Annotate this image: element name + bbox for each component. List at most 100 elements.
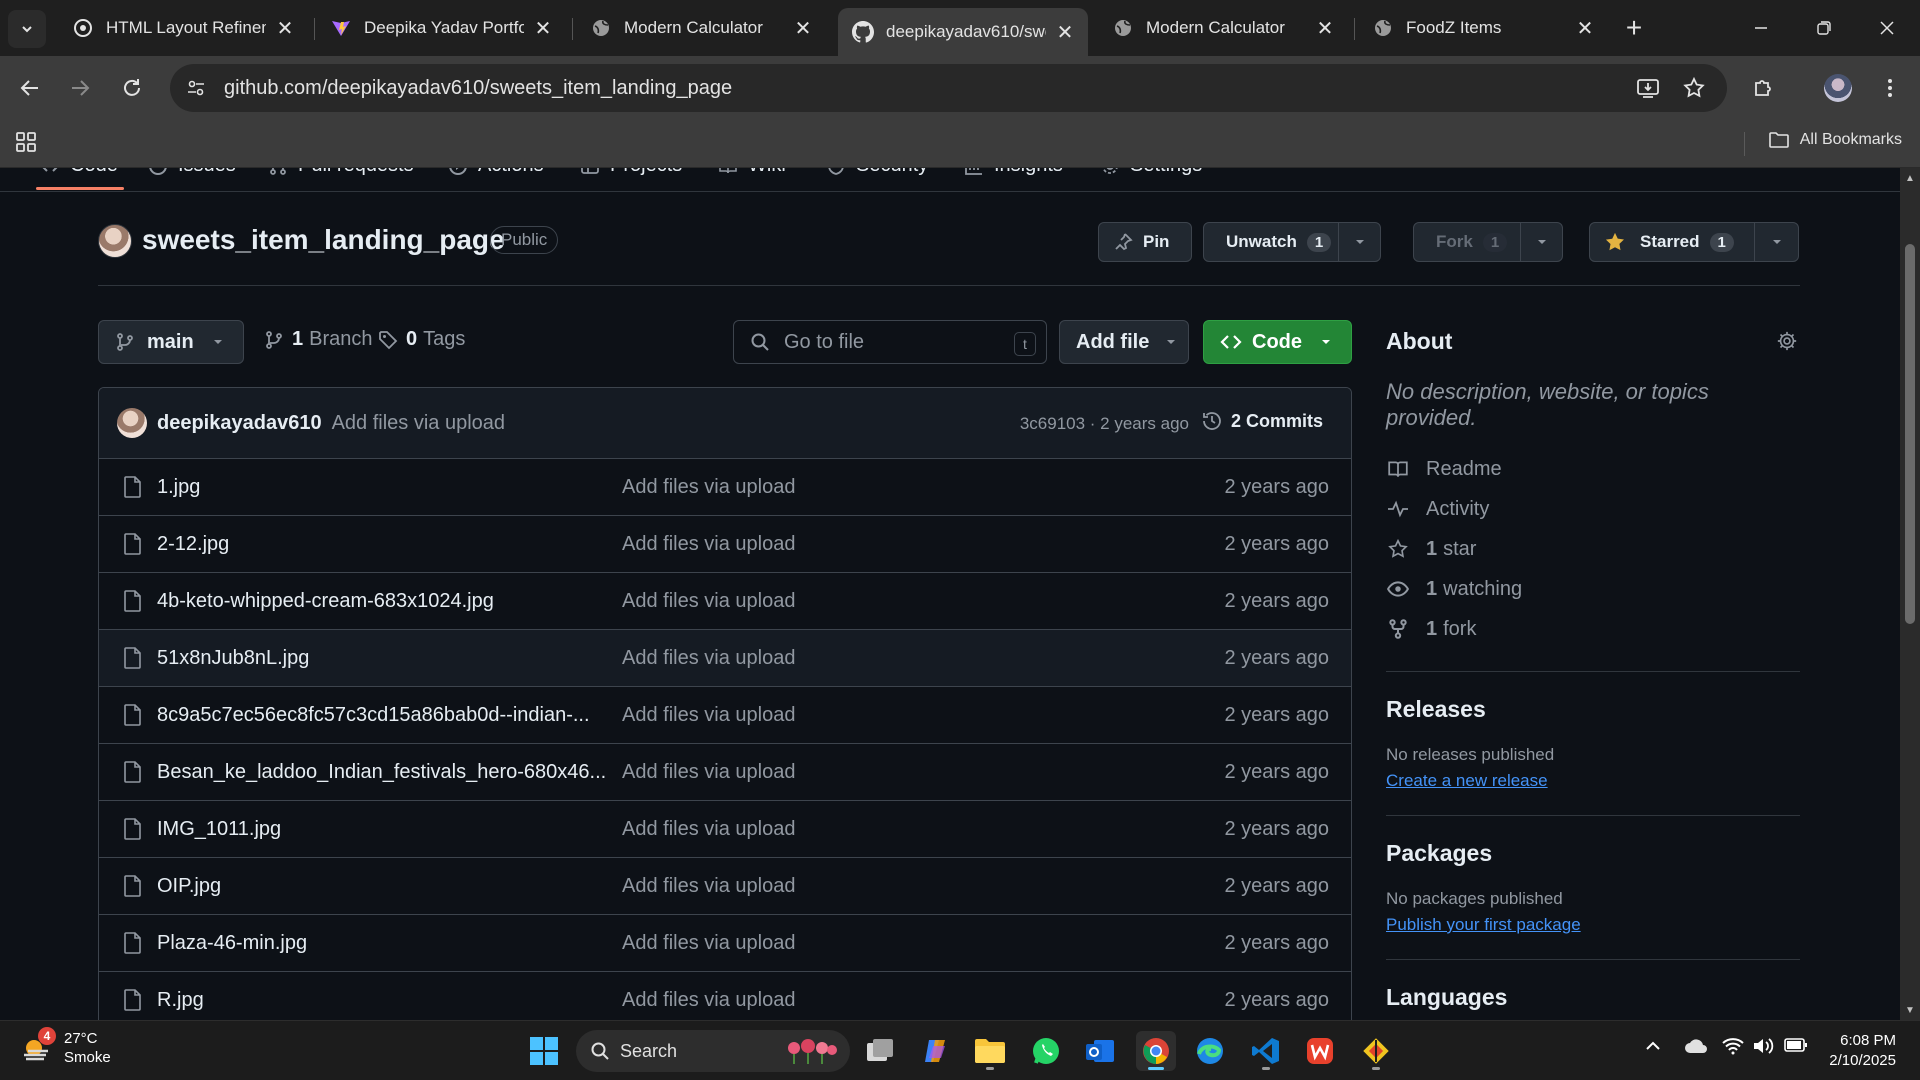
publish-package-link[interactable]: Publish your first package [1386,915,1800,935]
unwatch-button[interactable]: Unwatch 1 [1203,222,1381,262]
file-commit-message[interactable]: Add files via upload [622,476,795,499]
git-app[interactable] [1356,1031,1396,1071]
create-release-link[interactable]: Create a new release [1386,771,1800,791]
file-name[interactable]: 2-12.jpg [157,533,229,556]
file-commit-message[interactable]: Add files via upload [622,989,795,1012]
tab-search-button[interactable] [8,10,46,48]
wifi-tray[interactable] [1722,1037,1744,1055]
file-name[interactable]: OIP.jpg [157,875,221,898]
file-name[interactable]: Plaza-46-min.jpg [157,932,307,955]
menu-button[interactable] [1872,70,1908,106]
tab-html-layout[interactable]: HTML Layout Refinemen ✕ [58,8,308,48]
releases-title[interactable]: Releases [1386,696,1800,723]
branch-selector[interactable]: main [98,320,244,364]
scrollbar-thumb[interactable] [1905,244,1915,624]
file-row[interactable]: 4b-keto-whipped-cream-683x1024.jpg Add fi… [99,573,1351,630]
file-row[interactable]: 2-12.jpg Add files via upload 2 years ago [99,516,1351,573]
file-commit-message[interactable]: Add files via upload [622,818,795,841]
whatsapp-app[interactable] [1026,1031,1066,1071]
bookmark-star-button[interactable] [1676,70,1712,106]
file-row[interactable]: 1.jpg Add files via upload 2 years ago [99,459,1351,516]
file-row[interactable]: 8c9a5c7ec56ec8fc57c3cd15a86bab0d--indian… [99,687,1351,744]
code-button[interactable]: Code [1203,320,1352,364]
file-row[interactable]: IMG_1011.jpg Add files via upload 2 years … [99,801,1351,858]
commit-sha-time[interactable]: 3c69103 · 2 years ago [1020,414,1189,434]
all-bookmarks-button[interactable]: All Bookmarks [1768,130,1902,150]
chrome-app[interactable] [1136,1031,1176,1071]
packages-title[interactable]: Packages [1386,840,1800,867]
wps-office-app[interactable] [1300,1031,1340,1071]
file-commit-message[interactable]: Add files via upload [622,704,795,727]
branches-link[interactable]: 1 Branch [264,328,373,351]
reload-button[interactable] [114,70,150,106]
forks-link[interactable]: 1 fork [1386,609,1800,649]
file-name[interactable]: IMG_1011.jpg [157,818,281,841]
fork-dropdown[interactable] [1520,223,1562,261]
file-row[interactable]: OIP.jpg Add files via upload 2 years ago [99,858,1351,915]
repo-nav-insights[interactable]: Insights [964,168,1063,177]
readme-link[interactable]: Readme [1386,449,1800,489]
file-commit-message[interactable]: Add files via upload [622,590,795,613]
commit-message[interactable]: Add files via upload [332,412,505,435]
new-tab-button[interactable]: + [1618,12,1650,44]
commit-author-avatar[interactable] [117,408,147,438]
profile-avatar[interactable] [1820,70,1856,106]
vscode-app[interactable] [1246,1031,1286,1071]
starred-button[interactable]: Starred 1 [1589,222,1799,262]
close-icon[interactable]: ✕ [1314,17,1336,40]
file-commit-message[interactable]: Add files via upload [622,875,795,898]
repo-nav-wiki[interactable]: Wiki [718,168,786,177]
star-dropdown[interactable] [1754,223,1798,261]
tab-portfolio[interactable]: Deepika Yadav Portfolio ✕ [316,8,566,48]
repo-title[interactable]: sweets_item_landing_page [142,224,505,256]
repo-nav-pull-requests[interactable]: Pull requests [268,168,414,177]
close-icon[interactable]: ✕ [1574,17,1596,40]
repo-nav-settings[interactable]: Settings [1100,168,1202,177]
commits-link[interactable]: 2 Commits [1201,410,1323,432]
gear-icon[interactable] [1776,330,1798,352]
repo-nav-actions[interactable]: Actions [448,168,544,177]
battery-tray[interactable] [1784,1037,1808,1053]
go-to-file-input[interactable]: Go to file t [733,320,1047,364]
repo-nav-code[interactable]: Code [40,168,118,177]
commit-author[interactable]: deepikayadav610 [157,412,322,435]
minimize-button[interactable] [1730,0,1792,56]
weather-widget[interactable]: 4 27°C Smoke [20,1027,111,1067]
tab-github-active[interactable]: deepikayadav610/swee ✕ [838,8,1088,56]
repo-nav-projects[interactable]: Projects [580,168,682,177]
file-row[interactable]: Besan_ke_laddoo_Indian_festivals_hero-68… [99,744,1351,801]
page-scrollbar[interactable]: ▲ ▼ [1900,168,1920,1020]
restore-button[interactable] [1793,0,1855,56]
file-commit-message[interactable]: Add files via upload [622,932,795,955]
add-file-button[interactable]: Add file [1059,320,1189,364]
scroll-down-arrow[interactable]: ▼ [1904,1004,1916,1016]
close-icon[interactable]: ✕ [532,17,554,40]
site-info-icon[interactable] [178,70,214,106]
close-icon[interactable]: ✕ [792,17,814,40]
start-button[interactable] [524,1031,564,1071]
forward-button[interactable] [62,70,98,106]
show-hidden-icons[interactable] [1644,1037,1662,1055]
watch-dropdown[interactable] [1338,223,1380,261]
watching-link[interactable]: 1 watching [1386,569,1800,609]
file-row[interactable]: R.jpg Add files via upload 2 years ago [99,972,1351,1020]
owner-avatar[interactable] [98,224,132,258]
onedrive-tray[interactable] [1684,1037,1708,1055]
install-app-button[interactable] [1630,70,1666,106]
file-name[interactable]: Besan_ke_laddoo_Indian_festivals_hero-68… [157,761,606,784]
copilot-app[interactable] [916,1031,956,1071]
activity-link[interactable]: Activity [1386,489,1800,529]
url-text[interactable]: github.com/deepikayadav610/sweets_item_l… [224,77,732,100]
file-name[interactable]: 4b-keto-whipped-cream-683x1024.jpg [157,590,494,613]
tab-foodz-items[interactable]: FoodZ Items ✕ [1358,8,1608,48]
file-name[interactable]: R.jpg [157,989,204,1012]
file-commit-message[interactable]: Add files via upload [622,647,795,670]
system-clock[interactable]: 6:08 PM 2/10/2025 [1829,1031,1896,1071]
file-explorer-app[interactable] [970,1031,1010,1071]
stars-link[interactable]: 1 star [1386,529,1800,569]
volume-tray[interactable] [1752,1037,1774,1055]
scroll-up-arrow[interactable]: ▲ [1904,172,1916,184]
file-row[interactable]: 51x8nJub8nL.jpg Add files via upload 2 yea… [99,630,1351,687]
file-name[interactable]: 51x8nJub8nL.jpg [157,647,309,670]
back-button[interactable] [12,70,48,106]
